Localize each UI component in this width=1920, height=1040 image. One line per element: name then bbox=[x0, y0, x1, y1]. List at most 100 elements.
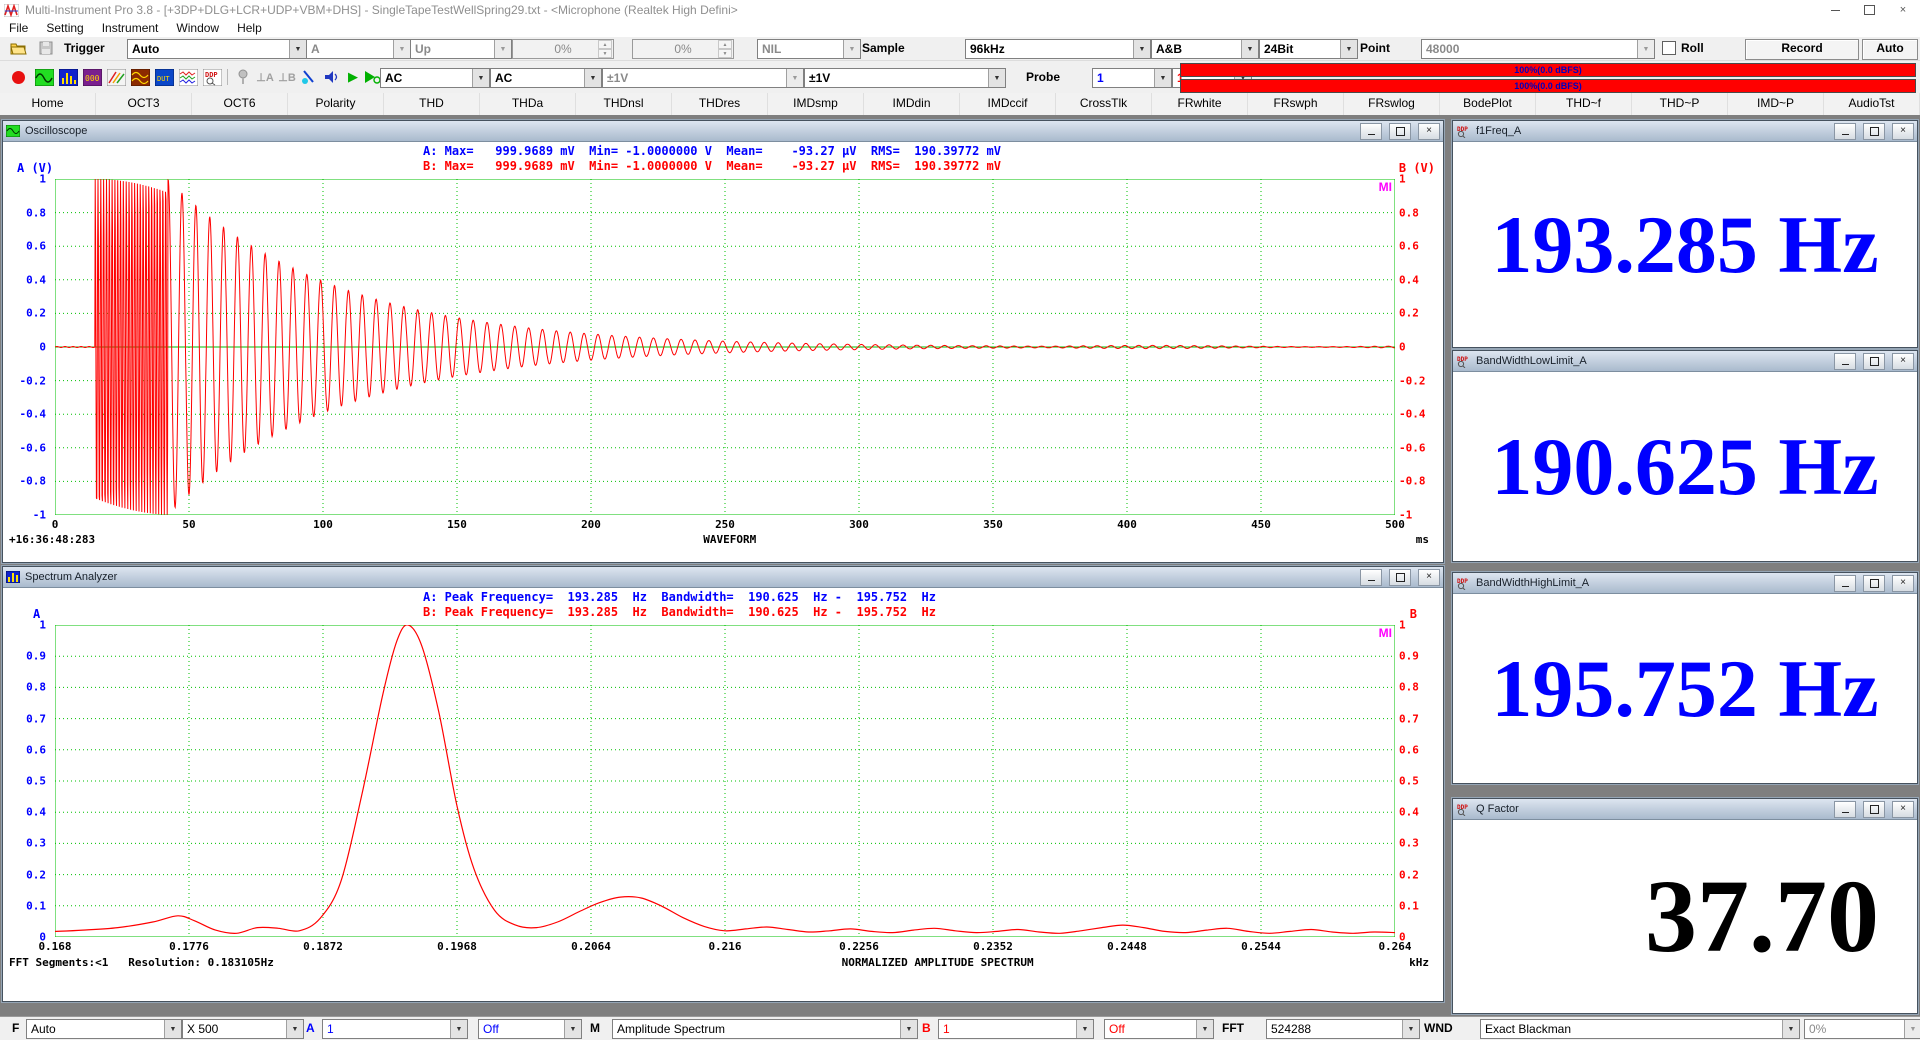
record-length-select[interactable]: 48000▼ bbox=[1421, 39, 1655, 59]
window-function-select[interactable]: Exact Blackman▼ bbox=[1480, 1019, 1800, 1039]
tab-imdccif[interactable]: IMDccif bbox=[960, 93, 1056, 115]
oscilloscope-close-button[interactable]: × bbox=[1418, 123, 1440, 140]
spectrum-restore-button[interactable] bbox=[1389, 569, 1411, 586]
tab-imd-p[interactable]: IMD~P bbox=[1728, 93, 1824, 115]
derived-data-curve-icon[interactable] bbox=[178, 67, 198, 87]
coupling-b-select[interactable]: AC▼ bbox=[490, 68, 602, 88]
oscilloscope-plot-area[interactable]: MI bbox=[55, 179, 1395, 515]
ddp-bwhigh-minimize-button[interactable] bbox=[1834, 575, 1856, 592]
tab-polarity[interactable]: Polarity bbox=[288, 93, 384, 115]
tab-bodeplot[interactable]: BodePlot bbox=[1440, 93, 1536, 115]
oscilloscope-restore-button[interactable] bbox=[1389, 123, 1411, 140]
ddp-qfactor-minimize-button[interactable] bbox=[1834, 801, 1856, 818]
frequency-axis-mode-select[interactable]: Auto▼ bbox=[26, 1019, 182, 1039]
menu-setting[interactable]: Setting bbox=[37, 20, 92, 37]
trigger-level-spinner[interactable]: 0% ▲▼ bbox=[512, 39, 614, 59]
trigger-frequency-select[interactable]: NIL▼ bbox=[757, 39, 861, 59]
window-close-button[interactable]: × bbox=[1886, 0, 1920, 20]
ddp-bwhigh-close-button[interactable]: × bbox=[1892, 575, 1914, 592]
spectrum-analyzer-icon[interactable] bbox=[58, 67, 78, 87]
tab-imddin[interactable]: IMDdin bbox=[864, 93, 960, 115]
ddp-bwlow-maximize-button[interactable] bbox=[1863, 353, 1885, 370]
ddp-f1freq-minimize-button[interactable] bbox=[1834, 123, 1856, 140]
spectrum-close-button[interactable]: × bbox=[1418, 569, 1440, 586]
b-reference-select[interactable]: Off▼ bbox=[1104, 1019, 1214, 1039]
tab-home[interactable]: Home bbox=[0, 93, 96, 115]
device-test-plan-icon[interactable]: DUT bbox=[154, 67, 174, 87]
ddp-qfactor-close-button[interactable]: × bbox=[1892, 801, 1914, 818]
record-button[interactable]: Record bbox=[1745, 39, 1859, 60]
oscilloscope-icon[interactable] bbox=[34, 67, 54, 87]
ddp-bwhigh-maximize-button[interactable] bbox=[1863, 575, 1885, 592]
ddp-qfactor-maximize-button[interactable] bbox=[1863, 801, 1885, 818]
fft-size-select[interactable]: 524288▼ bbox=[1266, 1019, 1420, 1039]
ddp-bwlow-minimize-button[interactable] bbox=[1834, 353, 1856, 370]
roll-checkbox-box[interactable] bbox=[1662, 41, 1676, 55]
auto-button[interactable]: Auto bbox=[1862, 39, 1918, 60]
spectrum-plot-area[interactable]: MI bbox=[55, 625, 1395, 937]
spectrum-3d-plot-icon[interactable] bbox=[106, 67, 126, 87]
ddp-bwhigh-titlebar[interactable]: DDP BandWidthHighLimit_A × bbox=[1453, 573, 1917, 594]
x-zoom-select[interactable]: X 500▼ bbox=[182, 1019, 304, 1039]
window-maximize-button[interactable] bbox=[1852, 0, 1886, 20]
window-minimize-button[interactable] bbox=[1818, 0, 1852, 20]
trigger-edge-select[interactable]: Up▼ bbox=[410, 39, 512, 59]
trigger-delay-spinner[interactable]: 0% ▲▼ bbox=[632, 39, 734, 59]
menu-instrument[interactable]: Instrument bbox=[93, 20, 168, 37]
fft-label: FFT bbox=[1222, 1021, 1244, 1035]
menu-file[interactable]: File bbox=[0, 20, 37, 37]
tab-frswph[interactable]: FRswph bbox=[1248, 93, 1344, 115]
probe-a-select[interactable]: 1▼ bbox=[1092, 68, 1172, 88]
readout-value: 37.70 bbox=[1453, 820, 1917, 1013]
tab-thd[interactable]: THD bbox=[384, 93, 480, 115]
tab-thdres[interactable]: THDres bbox=[672, 93, 768, 115]
tab-imdsmp[interactable]: IMDsmp bbox=[768, 93, 864, 115]
tab-thda[interactable]: THDa bbox=[480, 93, 576, 115]
ddp-bwlow-titlebar[interactable]: DDP BandWidthLowLimit_A × bbox=[1453, 351, 1917, 372]
play-icon[interactable]: ▶ bbox=[343, 67, 363, 87]
multimeter-icon[interactable]: 000 bbox=[82, 67, 102, 87]
roll-checkbox[interactable]: Roll bbox=[1662, 41, 1704, 55]
overlap-select[interactable]: 0%▼ bbox=[1804, 1019, 1920, 1039]
a-trace-select[interactable]: 1▼ bbox=[322, 1019, 468, 1039]
a-reference-select[interactable]: Off▼ bbox=[478, 1019, 582, 1039]
open-file-icon[interactable] bbox=[8, 38, 28, 58]
analysis-mode-select[interactable]: Amplitude Spectrum▼ bbox=[612, 1019, 918, 1039]
b-trace-select[interactable]: 1▼ bbox=[938, 1019, 1094, 1039]
sampling-rate-select[interactable]: 96kHz▼ bbox=[965, 39, 1151, 59]
oscilloscope-titlebar[interactable]: Oscilloscope × bbox=[3, 121, 1443, 142]
tab-crosstlk[interactable]: CrossTlk bbox=[1056, 93, 1152, 115]
run-stop-icon[interactable] bbox=[8, 67, 28, 87]
trigger-mode-select[interactable]: Auto▼ bbox=[127, 39, 307, 59]
tab-oct3[interactable]: OCT3 bbox=[96, 93, 192, 115]
range-b-select[interactable]: ±1V▼ bbox=[804, 68, 1006, 88]
range-a-select[interactable]: ±1V▼ bbox=[602, 68, 804, 88]
menu-window[interactable]: Window bbox=[167, 20, 228, 37]
tab-thd-f[interactable]: THD~f bbox=[1536, 93, 1632, 115]
ddp-bwlow-close-button[interactable]: × bbox=[1892, 353, 1914, 370]
menu-help[interactable]: Help bbox=[228, 20, 271, 37]
tab-thdnsl[interactable]: THDnsl bbox=[576, 93, 672, 115]
ddp-f1freq-maximize-button[interactable] bbox=[1863, 123, 1885, 140]
sampling-channels-select[interactable]: A&B▼ bbox=[1151, 39, 1259, 59]
tab-frwhite[interactable]: FRwhite bbox=[1152, 93, 1248, 115]
coupling-a-select[interactable]: AC▼ bbox=[380, 68, 490, 88]
y-tick-label: 0.3 bbox=[1399, 837, 1419, 850]
trigger-source-select[interactable]: A▼ bbox=[306, 39, 411, 59]
play-record-icon[interactable] bbox=[362, 67, 382, 87]
bit-resolution-select[interactable]: 24Bit▼ bbox=[1259, 39, 1358, 59]
ddp-viewer-icon[interactable]: DDP bbox=[202, 67, 222, 87]
tab-audiotst[interactable]: AudioTst bbox=[1824, 93, 1920, 115]
tab-frswlog[interactable]: FRswlog bbox=[1344, 93, 1440, 115]
ddp-f1freq-close-button[interactable]: × bbox=[1892, 123, 1914, 140]
oscilloscope-minimize-button[interactable] bbox=[1360, 123, 1382, 140]
tab-thd-p[interactable]: THD~P bbox=[1632, 93, 1728, 115]
ddp-f1freq-titlebar[interactable]: DDP f1Freq_A × bbox=[1453, 121, 1917, 142]
sound-output-icon[interactable] bbox=[321, 67, 341, 87]
probe-pointer-icon[interactable] bbox=[299, 67, 319, 87]
spectrum-minimize-button[interactable] bbox=[1360, 569, 1382, 586]
tab-oct6[interactable]: OCT6 bbox=[192, 93, 288, 115]
ddp-qfactor-titlebar[interactable]: DDP Q Factor × bbox=[1453, 799, 1917, 820]
spectrum-titlebar[interactable]: Spectrum Analyzer × bbox=[3, 567, 1443, 588]
signal-generator-icon[interactable] bbox=[130, 67, 150, 87]
